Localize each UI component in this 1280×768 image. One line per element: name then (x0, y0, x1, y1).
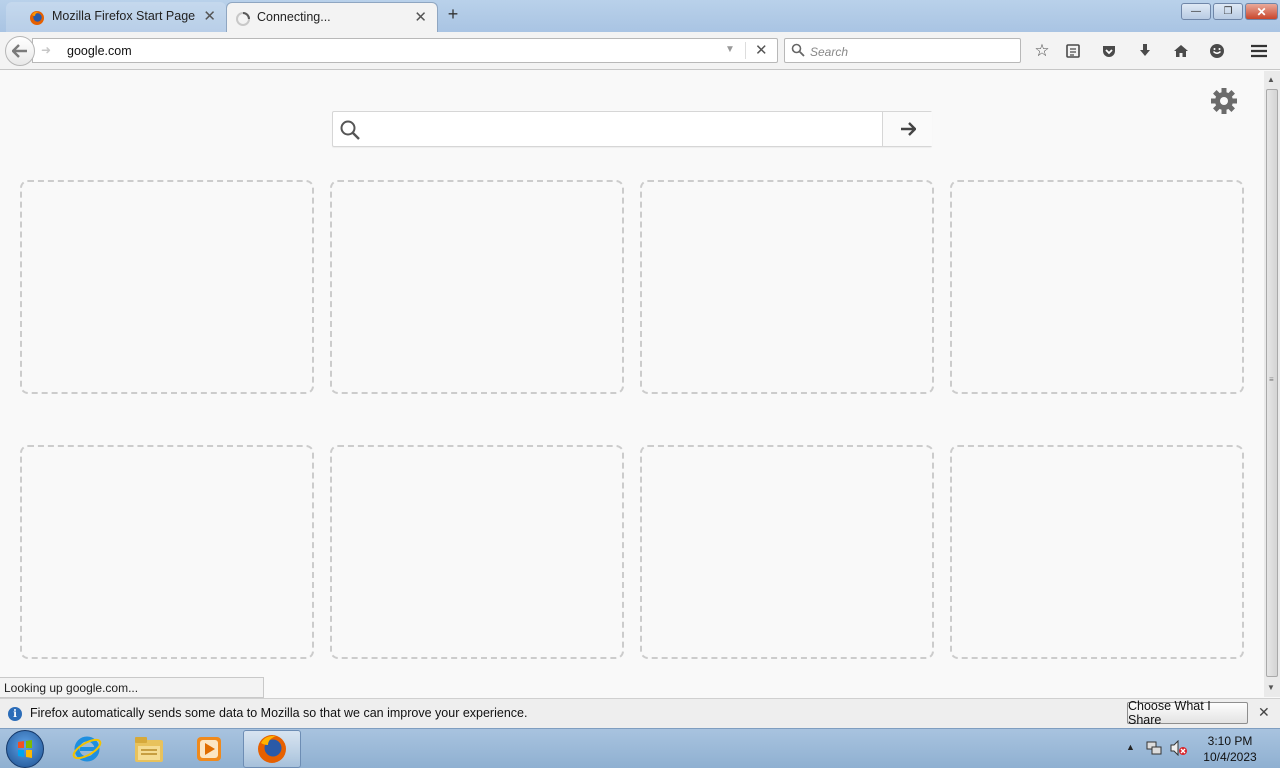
windows-logo-icon (18, 740, 32, 758)
status-panel: Looking up google.com... (0, 677, 264, 698)
clock-date: 10/4/2023 (1203, 750, 1257, 764)
loading-spinner-icon (236, 12, 250, 26)
url-input[interactable]: google.com (67, 44, 132, 58)
tab-strip: Mozilla Firefox Start Page ✕ Connecting.… (0, 0, 1280, 32)
empty-tile[interactable] (330, 445, 624, 659)
navigation-toolbar: ➜ google.com ▼ ✕ Search ☆ (0, 32, 1280, 70)
firefox-task[interactable] (243, 730, 301, 768)
empty-tile[interactable] (640, 445, 934, 659)
firefox-icon (30, 11, 44, 25)
search-go-button[interactable] (882, 112, 932, 146)
tab-title: Connecting... (257, 10, 331, 24)
pocket-icon[interactable] (1098, 40, 1120, 62)
empty-tile[interactable] (20, 180, 314, 394)
internet-explorer-icon (72, 736, 102, 762)
info-icon: i (8, 707, 22, 721)
close-window-button[interactable]: ✕ (1245, 3, 1278, 20)
scroll-up-icon[interactable]: ▲ (1267, 75, 1275, 84)
scrollbar-grip: ≡ (1269, 375, 1274, 384)
media-player-task[interactable] (180, 730, 238, 768)
taskbar: ▲ 3:10 PM 10/4/2023 (0, 728, 1280, 768)
scroll-down-icon[interactable]: ▼ (1267, 683, 1275, 692)
close-notification-icon[interactable]: ✕ (1258, 704, 1270, 721)
empty-tile[interactable] (950, 445, 1244, 659)
show-hidden-icons-icon[interactable]: ▲ (1126, 742, 1135, 752)
empty-tile[interactable] (330, 180, 624, 394)
media-player-icon (197, 737, 221, 761)
hamburger-menu-icon[interactable] (1248, 40, 1270, 62)
volume-muted-icon[interactable] (1170, 740, 1188, 756)
close-tab-icon[interactable]: ✕ (414, 8, 427, 26)
network-icon[interactable] (1146, 740, 1162, 756)
search-icon (340, 120, 360, 140)
notification-text: Firefox automatically sends some data to… (30, 706, 528, 720)
new-tab-page (0, 71, 1264, 677)
gear-icon[interactable] (1210, 87, 1238, 115)
clock[interactable]: 3:10 PM 10/4/2023 (1198, 733, 1262, 765)
firefox-icon (258, 735, 286, 763)
history-dropdown-icon[interactable]: ▼ (725, 44, 735, 55)
arrow-right-icon (900, 122, 916, 136)
empty-tile[interactable] (640, 180, 934, 394)
empty-tile[interactable] (950, 180, 1244, 394)
vertical-scrollbar[interactable]: ▲ ≡ ▼ (1264, 71, 1280, 697)
empty-tile[interactable] (20, 445, 314, 659)
data-reporting-notification: i Firefox automatically sends some data … (0, 698, 1280, 728)
tab-connecting[interactable]: Connecting... ✕ (226, 2, 438, 32)
hello-chat-icon[interactable] (1206, 40, 1228, 62)
home-icon[interactable] (1170, 40, 1192, 62)
file-explorer-icon (135, 737, 163, 762)
clock-time: 3:10 PM (1207, 734, 1253, 748)
new-tab-search-box[interactable] (332, 111, 932, 147)
scrollbar-thumb[interactable]: ≡ (1266, 89, 1278, 677)
forward-icon[interactable]: ➜ (41, 43, 55, 57)
choose-what-i-share-button[interactable]: Choose What I Share (1127, 699, 1248, 727)
back-arrow-icon (12, 44, 27, 58)
file-explorer-task[interactable] (120, 730, 178, 768)
start-button[interactable] (6, 730, 44, 768)
minimize-button[interactable]: — (1181, 3, 1211, 20)
tab-title: Mozilla Firefox Start Page (52, 9, 196, 23)
tab-start-page[interactable]: Mozilla Firefox Start Page ✕ (6, 2, 226, 32)
url-bar[interactable]: ➜ google.com ▼ ✕ (32, 38, 778, 63)
bookmarks-menu-icon[interactable] (1062, 40, 1084, 62)
maximize-button[interactable]: ❐ (1213, 3, 1243, 20)
search-icon (791, 43, 805, 57)
new-tab-button[interactable]: + (444, 4, 462, 25)
close-tab-icon[interactable]: ✕ (203, 7, 216, 25)
search-input[interactable]: Search (810, 45, 848, 59)
search-bar[interactable]: Search (784, 38, 1021, 63)
stop-icon[interactable]: ✕ (755, 41, 768, 59)
internet-explorer-task[interactable] (58, 730, 116, 768)
downloads-icon[interactable] (1134, 40, 1156, 62)
back-button[interactable] (5, 36, 35, 66)
bookmark-star-icon[interactable]: ☆ (1031, 40, 1053, 62)
url-separator (745, 42, 746, 59)
